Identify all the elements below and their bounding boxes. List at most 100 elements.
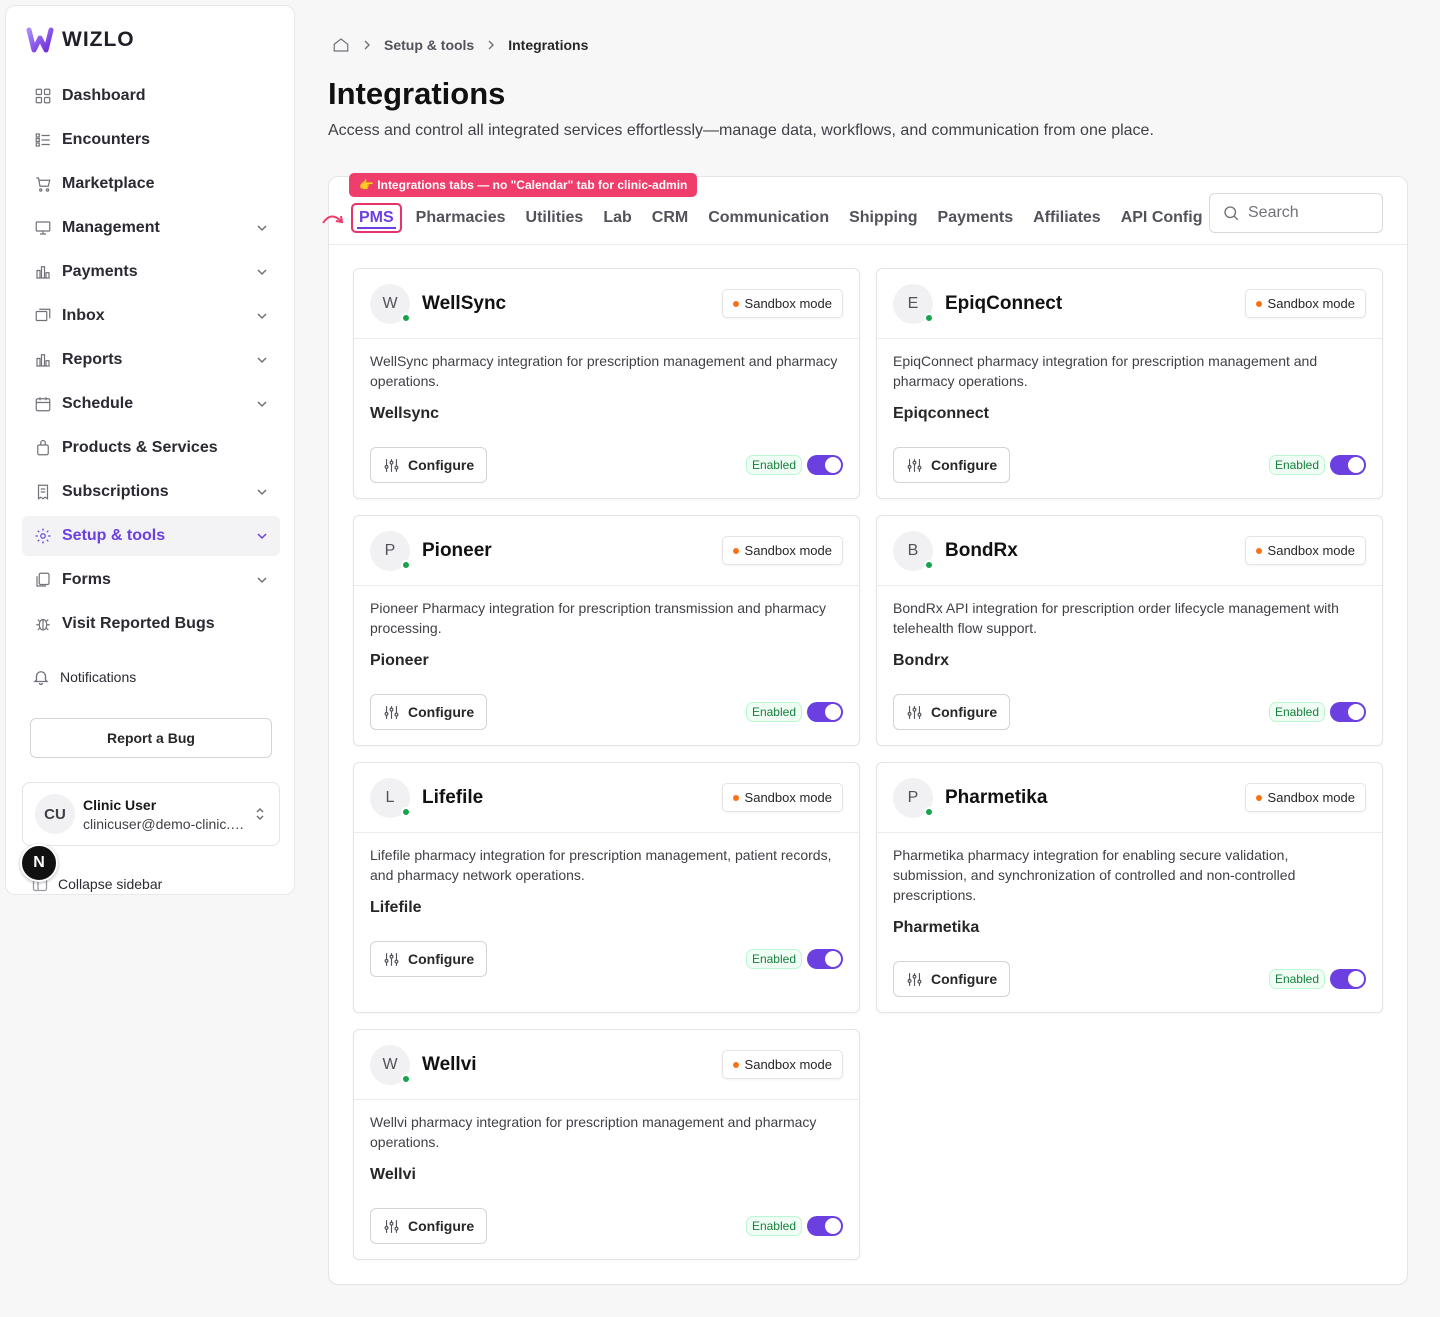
sidebar-item-management[interactable]: Management xyxy=(22,208,280,248)
card-title: Wellvi xyxy=(422,1053,477,1075)
sidebar-item-label: Payments xyxy=(62,263,138,280)
sidebar-item-subscriptions[interactable]: Subscriptions xyxy=(22,472,280,512)
files-icon xyxy=(36,572,50,587)
tab-utilities[interactable]: Utilities xyxy=(526,203,584,233)
enabled-toggle[interactable] xyxy=(807,455,843,475)
tab-communication[interactable]: Communication xyxy=(708,203,829,233)
user-menu[interactable]: CU Clinic User clinicuser@demo-clinic.c.… xyxy=(22,782,280,846)
breadcrumb-setup-tools[interactable]: Setup & tools xyxy=(384,37,474,53)
status-badge: Enabled xyxy=(1268,969,1325,989)
configure-button[interactable]: Configure xyxy=(893,961,1011,997)
list-icon xyxy=(35,133,50,147)
tab-payments[interactable]: Payments xyxy=(938,203,1014,233)
card-description: BondRx API integration for prescription … xyxy=(893,600,1339,636)
sidebar-item-reports[interactable]: Reports xyxy=(22,340,280,380)
sidebar-item-encounters[interactable]: Encounters xyxy=(22,120,280,160)
avatar: W xyxy=(370,1044,411,1085)
sidebar-item-label: Visit Reported Bugs xyxy=(62,615,215,632)
chevron-down-icon[interactable] xyxy=(256,222,268,234)
configure-label: Configure xyxy=(408,457,475,473)
avatar-initial: P xyxy=(907,788,919,806)
configure-button[interactable]: Configure xyxy=(370,447,488,483)
bug-icon xyxy=(36,618,50,631)
report-bug-button[interactable]: Report a Bug xyxy=(30,718,272,758)
tab-crm[interactable]: CRM xyxy=(652,203,688,233)
sidebar-item-label: Forms xyxy=(62,571,111,588)
tab-affiliates[interactable]: Affiliates xyxy=(1033,203,1101,233)
enabled-toggle[interactable] xyxy=(1330,455,1366,475)
chevron-down-icon[interactable] xyxy=(256,486,268,498)
sandbox-badge: Sandbox mode xyxy=(721,289,843,318)
chevron-down-icon[interactable] xyxy=(256,530,268,542)
status-dot xyxy=(924,806,934,817)
enabled-toggle[interactable] xyxy=(1330,969,1366,989)
integration-card: P Pioneer Sandbox mode Pioneer Pharmacy … xyxy=(353,515,860,746)
sidebar-item-inbox[interactable]: Inbox xyxy=(22,296,280,336)
integrations-panel: 👉 Integrations tabs — no "Calendar" tab … xyxy=(322,173,1408,1285)
configure-button[interactable]: Configure xyxy=(893,694,1011,730)
home-icon[interactable] xyxy=(332,36,350,54)
enabled-toggle[interactable] xyxy=(807,702,843,722)
sidebar-item-dashboard[interactable]: Dashboard xyxy=(22,76,280,116)
sidebar-item-payments[interactable]: Payments xyxy=(22,252,280,292)
sandbox-label: Sandbox mode xyxy=(1267,543,1355,558)
status-dot xyxy=(401,559,411,570)
grid-icon xyxy=(35,88,51,104)
status-badge: Enabled xyxy=(745,1216,802,1236)
configure-button[interactable]: Configure xyxy=(370,1208,488,1244)
card-title: EpiqConnect xyxy=(945,292,1063,314)
card-title: Pharmetika xyxy=(945,786,1048,808)
page-subtitle: Access and control all integrated servic… xyxy=(328,122,1154,139)
bag-icon xyxy=(37,439,49,456)
enabled-toggle[interactable] xyxy=(807,949,843,969)
search-field[interactable] xyxy=(1209,193,1383,233)
tab-pharmacies[interactable]: Pharmacies xyxy=(416,203,506,233)
configure-button[interactable]: Configure xyxy=(370,694,488,730)
card-integration-name: Wellvi xyxy=(370,1166,416,1183)
configure-button[interactable]: Configure xyxy=(370,941,488,977)
brand-logo[interactable]: WIZLO xyxy=(26,26,135,54)
collapse-sidebar-button[interactable]: Collapse sidebar xyxy=(32,876,162,892)
tab-lab[interactable]: Lab xyxy=(603,203,631,233)
status-dot xyxy=(401,1073,411,1084)
status-badge: Enabled xyxy=(745,455,802,475)
sandbox-label: Sandbox mode xyxy=(744,543,832,558)
tab-pms[interactable]: PMS xyxy=(351,203,402,233)
sliders-icon xyxy=(384,1219,399,1233)
chevron-down-icon[interactable] xyxy=(256,310,268,322)
chevron-down-icon[interactable] xyxy=(256,574,268,586)
configure-button[interactable]: Configure xyxy=(893,447,1011,483)
sidebar-item-label: Inbox xyxy=(62,307,105,324)
enabled-toggle[interactable] xyxy=(807,1216,843,1236)
enabled-toggle[interactable] xyxy=(1330,702,1366,722)
tab-shipping[interactable]: Shipping xyxy=(849,203,917,233)
integration-card: P Pharmetika Sandbox mode Pharmetika pha… xyxy=(876,762,1383,1013)
sidebar-item-schedule[interactable]: Schedule xyxy=(22,384,280,424)
search-input[interactable] xyxy=(1248,204,1368,222)
receipt-icon xyxy=(37,484,49,500)
chevron-down-icon[interactable] xyxy=(256,398,268,410)
status-badge: Enabled xyxy=(745,949,802,969)
sidebar-item-forms[interactable]: Forms xyxy=(22,560,280,600)
sandbox-badge: Sandbox mode xyxy=(721,536,843,565)
chevron-down-icon[interactable] xyxy=(256,354,268,366)
sidebar-item-label: Management xyxy=(62,219,160,236)
n-badge[interactable]: N xyxy=(20,844,58,882)
chevron-down-icon[interactable] xyxy=(256,266,268,278)
avatar-initial: P xyxy=(384,541,396,559)
notifications-link[interactable]: Notifications xyxy=(32,668,136,686)
gear-icon xyxy=(35,528,51,544)
tab-api-config[interactable]: API Config xyxy=(1121,203,1203,233)
sidebar-item-products-services[interactable]: Products & Services xyxy=(22,428,280,468)
configure-label: Configure xyxy=(931,457,998,473)
configure-label: Configure xyxy=(408,951,475,967)
sidebar-item-marketplace[interactable]: Marketplace xyxy=(22,164,280,204)
brand-name: WIZLO xyxy=(62,28,135,51)
sandbox-label: Sandbox mode xyxy=(744,296,832,311)
card-integration-name: Bondrx xyxy=(893,652,949,669)
avatar-initial: B xyxy=(907,541,919,559)
sidebar-item-setup-tools[interactable]: Setup & tools xyxy=(22,516,280,556)
sidebar-item-visit-reported-bugs[interactable]: Visit Reported Bugs xyxy=(22,604,280,644)
sandbox-label: Sandbox mode xyxy=(744,790,832,805)
cart-icon xyxy=(36,177,51,192)
